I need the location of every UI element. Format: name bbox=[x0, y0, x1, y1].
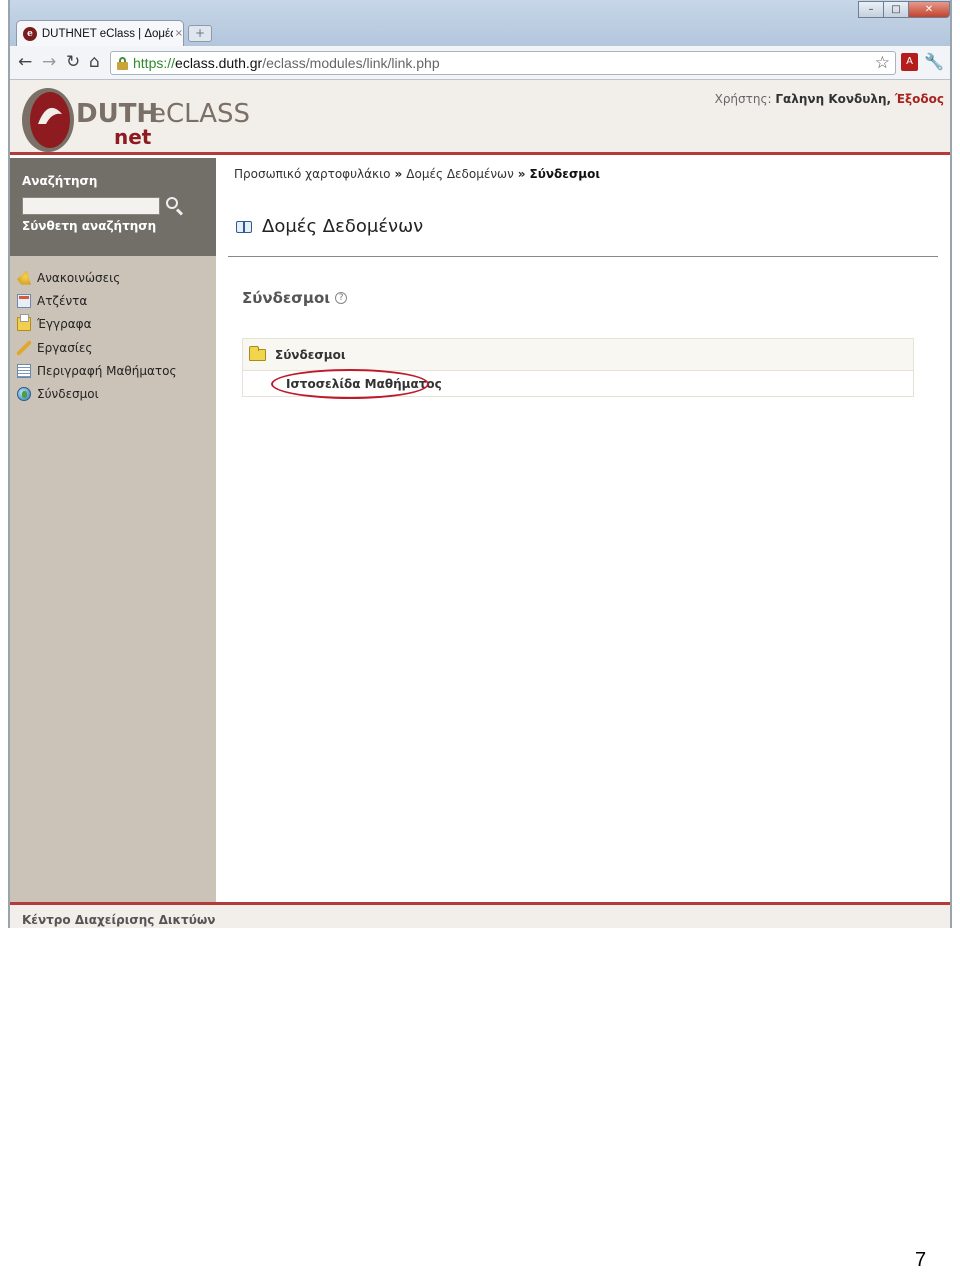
site-header: DUTH eCLASS net Χρήστης: Γαληνη Κονδυλη,… bbox=[10, 80, 950, 155]
breadcrumb-separator: » bbox=[517, 167, 526, 181]
annotation-ellipse bbox=[271, 369, 429, 399]
browser-titlebar: e DUTHNET eClass | Δομές Δ × + – □ ✕ bbox=[10, 0, 950, 46]
back-icon[interactable]: ← bbox=[18, 52, 32, 72]
window-controls: – □ ✕ bbox=[858, 1, 950, 18]
breadcrumb-portfolio[interactable]: Προσωπικό χαρτοφυλάκιο bbox=[234, 167, 391, 181]
breadcrumb-current: Σύνδεσμοι bbox=[529, 167, 601, 181]
course-menu: Ανακοινώσεις Ατζέντα Έγγραφα Εργασίες Πε… bbox=[10, 266, 216, 406]
sidebar-item-label: Περιγραφή Μαθήματος bbox=[37, 363, 177, 378]
announcement-icon bbox=[17, 270, 31, 285]
book-icon bbox=[236, 220, 253, 233]
minimize-button[interactable]: – bbox=[858, 1, 884, 18]
pencil-icon bbox=[17, 340, 31, 355]
sidebar-item-label: Ατζέντα bbox=[37, 293, 88, 308]
pdf-extension-icon[interactable]: A bbox=[901, 53, 918, 71]
sidebar-item-assignments[interactable]: Εργασίες bbox=[10, 336, 216, 359]
close-window-button[interactable]: ✕ bbox=[908, 1, 950, 18]
user-label: Χρήστης: bbox=[714, 92, 772, 106]
wrench-icon[interactable]: 🔧 bbox=[924, 52, 944, 71]
home-icon[interactable]: ⌂ bbox=[89, 52, 100, 72]
link-row: Ιστοσελίδα Μαθήματος bbox=[243, 369, 913, 399]
tab-close-icon[interactable]: × bbox=[175, 28, 183, 39]
sidebar-item-label: Έγγραφα bbox=[37, 317, 92, 332]
tab-title: DUTHNET eClass | Δομές Δ bbox=[41, 27, 173, 40]
sidebar-item-label: Σύνδεσμοι bbox=[37, 387, 99, 402]
sidebar-item-course-description[interactable]: Περιγραφή Μαθήματος bbox=[10, 359, 216, 382]
site-footer: Κέντρο Διαχείρισης Δικτύων bbox=[10, 902, 950, 928]
course-title: Δομές Δεδομένων bbox=[236, 216, 423, 237]
duthnet-eclass-logo[interactable]: DUTH eCLASS net bbox=[18, 84, 268, 154]
link-category-row: Σύνδεσμοι bbox=[243, 339, 913, 371]
search-input[interactable] bbox=[22, 197, 160, 215]
screenshot: e DUTHNET eClass | Δομές Δ × + – □ ✕ ← →… bbox=[8, 0, 952, 928]
links-table: Σύνδεσμοι Ιστοσελίδα Μαθήματος bbox=[242, 338, 914, 399]
sidebar: Αναζήτηση Σύνθετη αναζήτηση Ανακοινώσεις… bbox=[10, 158, 216, 902]
help-icon[interactable]: ? bbox=[335, 292, 348, 304]
course-title-text: Δομές Δεδομένων bbox=[262, 216, 424, 237]
bookmark-star-icon[interactable]: ☆ bbox=[875, 53, 890, 73]
url-text: https://eclass.duth.gr/eclass/modules/li… bbox=[133, 55, 440, 71]
browser-toolbar: ← → ↻ ⌂ https://eclass.duth.gr/eclass/mo… bbox=[10, 46, 950, 80]
eclass-page: DUTH eCLASS net Χρήστης: Γαληνη Κονδυλη,… bbox=[10, 80, 950, 928]
browser-tab[interactable]: e DUTHNET eClass | Δομές Δ × bbox=[16, 20, 184, 46]
category-label: Σύνδεσμοι bbox=[275, 347, 346, 362]
sidebar-item-label: Ανακοινώσεις bbox=[37, 270, 121, 285]
search-icon[interactable] bbox=[165, 196, 184, 216]
new-tab-button[interactable]: + bbox=[188, 25, 212, 42]
reload-icon[interactable]: ↻ bbox=[66, 52, 80, 72]
eclass-favicon-icon: e bbox=[23, 26, 37, 41]
advanced-search-link[interactable]: Σύνθετη αναζήτηση bbox=[22, 219, 156, 233]
lock-icon bbox=[117, 56, 128, 70]
maximize-button[interactable]: □ bbox=[883, 1, 909, 18]
search-title: Αναζήτηση bbox=[22, 174, 98, 188]
logo-net-text: net bbox=[114, 125, 152, 149]
forward-icon[interactable]: → bbox=[42, 52, 56, 72]
main-content: Προσωπικό χαρτοφυλάκιο» Δομές Δεδομένων» Σ… bbox=[216, 158, 950, 902]
folder-icon bbox=[249, 345, 266, 361]
breadcrumb: Προσωπικό χαρτοφυλάκιο» Δομές Δεδομένων» Σ… bbox=[234, 167, 600, 181]
section-heading-text: Σύνδεσμοι bbox=[242, 289, 331, 307]
user-info: Χρήστης: Γαληνη Κονδυλη, Έξοδος bbox=[715, 92, 944, 106]
sidebar-item-announcements[interactable]: Ανακοινώσεις bbox=[10, 266, 216, 289]
sidebar-item-links[interactable]: Σύνδεσμοι bbox=[10, 382, 216, 405]
calendar-icon bbox=[17, 293, 31, 308]
sidebar-item-label: Εργασίες bbox=[37, 340, 93, 355]
globe-icon bbox=[17, 387, 31, 402]
breadcrumb-course[interactable]: Δομές Δεδομένων bbox=[406, 167, 513, 181]
documents-icon bbox=[17, 314, 31, 332]
logout-link[interactable]: Έξοδος bbox=[895, 92, 944, 106]
document-page-number: 7 bbox=[915, 1249, 927, 1271]
description-icon bbox=[17, 363, 31, 378]
user-name: Γαληνη Κονδυλη, bbox=[775, 92, 892, 106]
section-heading: Σύνδεσμοι ? bbox=[242, 289, 348, 307]
address-bar[interactable]: https://eclass.duth.gr/eclass/modules/li… bbox=[110, 51, 896, 75]
sidebar-item-agenda[interactable]: Ατζέντα bbox=[10, 289, 216, 312]
sidebar-item-documents[interactable]: Έγγραφα bbox=[10, 313, 216, 336]
divider bbox=[228, 256, 938, 257]
search-panel: Αναζήτηση Σύνθετη αναζήτηση bbox=[10, 158, 216, 256]
logo-eclass-text: eCLASS bbox=[150, 99, 250, 129]
breadcrumb-separator: » bbox=[394, 167, 403, 181]
footer-text: Κέντρο Διαχείρισης Δικτύων bbox=[22, 913, 216, 927]
